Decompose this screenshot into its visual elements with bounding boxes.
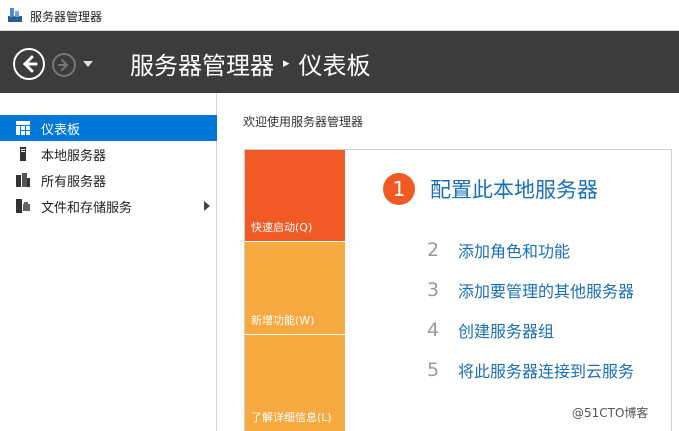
local-server-icon — [20, 147, 26, 161]
breadcrumb-current: 仪表板 — [298, 51, 371, 80]
quick-start-panel: 快速启动(Q) 新增功能(W) 了解详细信息(L) 1 配置此本地服务器 2 添… — [244, 149, 672, 431]
watermark: @51CTO博客 — [572, 406, 649, 420]
back-arrow-icon — [22, 55, 38, 73]
step-number: 4 — [426, 319, 440, 341]
back-button[interactable] — [13, 48, 45, 80]
sidebar-item-all-servers[interactable]: 所有服务器 — [0, 167, 217, 193]
expand-arrow-icon[interactable] — [204, 201, 210, 211]
breadcrumb: 服务器管理器 ▸ 仪表板 — [130, 46, 371, 81]
dashboard-icon — [16, 121, 30, 135]
sidebar-item-label: 仪表板 — [41, 123, 81, 138]
welcome-heading: 欢迎使用服务器管理器 — [243, 115, 364, 129]
breadcrumb-separator-icon: ▸ — [283, 55, 290, 71]
step-connect-cloud[interactable]: 5 将此服务器连接到云服务 — [421, 357, 634, 383]
step-link[interactable]: 创建服务器组 — [458, 318, 554, 342]
step-link[interactable]: 将此服务器连接到云服务 — [458, 358, 634, 382]
tile-quick-start[interactable]: 快速启动(Q) — [245, 150, 345, 241]
sidebar-item-dashboard[interactable]: 仪表板 — [0, 115, 217, 141]
step-number: 3 — [426, 279, 440, 301]
tile-label: 新增功能(W) — [251, 314, 315, 327]
tile-label: 快速启动(Q) — [251, 221, 313, 234]
server-manager-app-icon — [8, 8, 22, 22]
forward-button[interactable] — [52, 53, 76, 77]
tile-label: 了解详细信息(L) — [251, 411, 332, 424]
dashboard-content: 欢迎使用服务器管理器 快速启动(Q) 新增功能(W) 了解详细信息(L) 1 配… — [218, 93, 679, 431]
history-dropdown-icon[interactable] — [82, 59, 94, 69]
file-storage-icon — [16, 199, 30, 213]
sidebar-item-label: 本地服务器 — [41, 149, 107, 164]
breadcrumb-root[interactable]: 服务器管理器 — [130, 46, 274, 81]
window-title: 服务器管理器 — [30, 10, 103, 24]
step-create-server-group[interactable]: 4 创建服务器组 — [421, 317, 554, 343]
tile-learn-more[interactable]: 了解详细信息(L) — [245, 335, 345, 431]
step-number: 5 — [426, 359, 440, 381]
step-add-roles[interactable]: 2 添加角色和功能 — [421, 237, 570, 263]
header-bar: 服务器管理器 ▸ 仪表板 — [0, 31, 679, 93]
sidebar-item-local-server[interactable]: 本地服务器 — [0, 141, 217, 167]
step-number-badge: 1 — [383, 173, 415, 205]
sidebar-item-label: 所有服务器 — [41, 175, 107, 190]
step-add-servers[interactable]: 3 添加要管理的其他服务器 — [421, 277, 634, 303]
forward-arrow-icon — [58, 59, 69, 71]
tile-whats-new[interactable]: 新增功能(W) — [245, 242, 345, 334]
step-configure-local-server[interactable]: 1 配置此本地服务器 — [383, 172, 598, 206]
sidebar-item-file-storage[interactable]: 文件和存储服务 — [0, 193, 217, 219]
step-number: 2 — [426, 239, 440, 261]
step-link[interactable]: 添加角色和功能 — [458, 238, 570, 262]
sidebar-item-label: 文件和存储服务 — [41, 201, 133, 216]
all-servers-icon — [16, 173, 30, 187]
sidebar: 仪表板 本地服务器 所有服务器 文件和存储服务 — [0, 93, 217, 431]
step-link[interactable]: 添加要管理的其他服务器 — [458, 278, 634, 302]
step-link[interactable]: 配置此本地服务器 — [430, 174, 598, 204]
title-bar: 服务器管理器 — [0, 0, 679, 31]
